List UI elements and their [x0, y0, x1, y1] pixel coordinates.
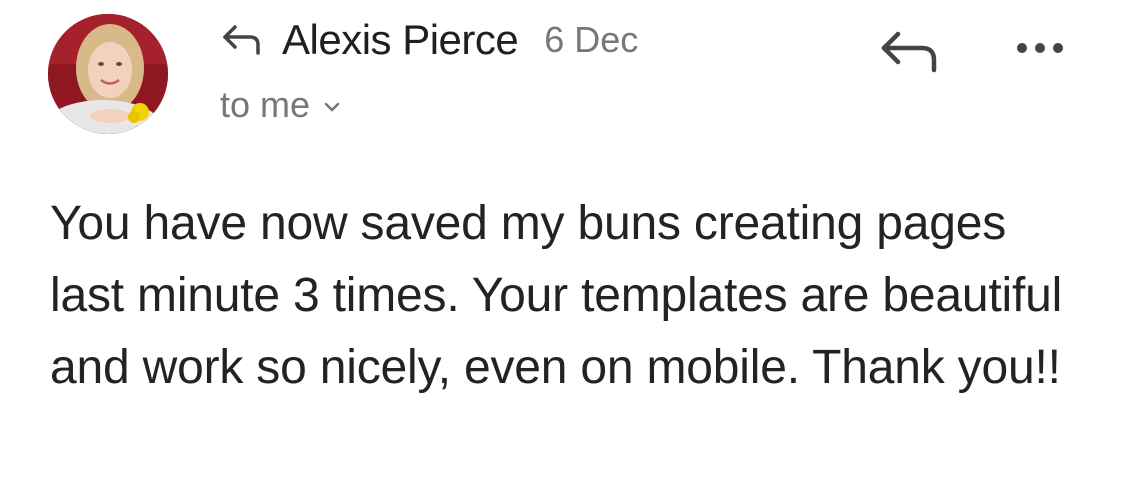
email-date: 6 Dec — [544, 19, 639, 60]
email-message-view: Alexis Pierce 6 Dec to me You have now s… — [0, 0, 1125, 485]
email-header: Alexis Pierce 6 Dec to me — [220, 14, 638, 128]
reply-arrow-icon — [220, 23, 264, 57]
avatar-photo — [48, 14, 168, 134]
reply-button[interactable] — [878, 28, 940, 74]
message-body: You have now saved my buns creating page… — [50, 197, 1063, 394]
more-dots-icon — [1017, 43, 1063, 53]
more-options-button[interactable] — [1010, 34, 1070, 62]
sender-name[interactable]: Alexis Pierce — [282, 16, 519, 64]
sender-row: Alexis Pierce 6 Dec — [220, 14, 638, 66]
avatar[interactable] — [48, 14, 168, 134]
recipient-details-toggle[interactable]: to me — [220, 82, 638, 128]
chevron-down-icon — [322, 100, 342, 114]
reply-icon — [881, 31, 937, 73]
recipient-label: to me — [220, 84, 311, 125]
